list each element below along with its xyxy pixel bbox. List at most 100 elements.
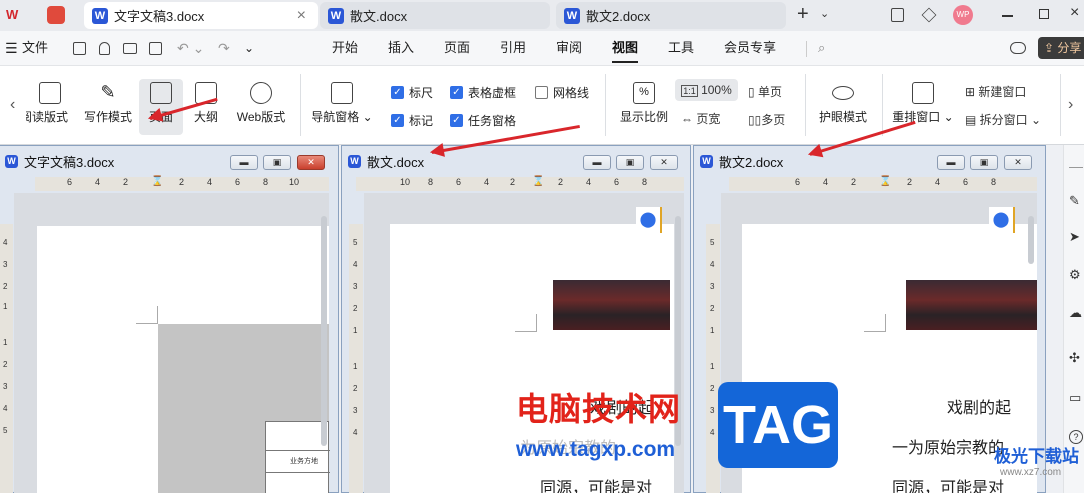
- eye-protection-button[interactable]: 护眼模式: [815, 82, 871, 125]
- ribbon-scroll-left-icon[interactable]: ‹: [10, 96, 15, 114]
- horizontal-ruler[interactable]: 10 8 6 4 2 ⌛ 2 4 6 8: [356, 176, 684, 191]
- zoom-100-button[interactable]: 1:1 100%: [675, 79, 738, 101]
- navigation-pane-label: 导航窗格: [311, 110, 360, 124]
- window-minimize-button[interactable]: ▬: [937, 155, 965, 170]
- close-window-icon[interactable]: ×: [1070, 4, 1079, 22]
- multi-page-button[interactable]: ▯▯多页: [748, 111, 785, 128]
- split-window-button[interactable]: ▤ 拆分窗口 ⌄: [965, 111, 1041, 128]
- window-maximize-button[interactable]: ▣: [616, 155, 644, 170]
- redo-icon[interactable]: ↷: [218, 31, 230, 65]
- writing-mode-button[interactable]: ✎ 写作模式: [80, 82, 136, 125]
- checkbox-checked-icon: ✓: [450, 86, 463, 99]
- table-gridlines-checkbox[interactable]: ✓ 表格虚框: [450, 84, 516, 101]
- book-icon[interactable]: ▭: [1069, 390, 1081, 406]
- wps-logo[interactable]: W: [6, 7, 28, 23]
- menu-review[interactable]: 审阅: [556, 31, 582, 65]
- checkbox-checked-icon: ✓: [450, 114, 463, 127]
- indent-marker-icon[interactable]: ⌛: [532, 176, 544, 187]
- cloud-icon[interactable]: [1010, 42, 1026, 54]
- ruler-tick: 4: [935, 177, 941, 187]
- ruler-tick: 4: [484, 177, 490, 187]
- web-layout-label: Web版式: [236, 110, 286, 124]
- tools-icon[interactable]: ✣: [1069, 350, 1080, 366]
- vertical-scrollbar[interactable]: [1028, 216, 1034, 264]
- menu-page[interactable]: 页面: [444, 31, 470, 65]
- menu-start[interactable]: 开始: [332, 31, 358, 65]
- quick-access-chevron-icon[interactable]: ⌄: [244, 31, 254, 65]
- pen-icon[interactable]: ✎: [1069, 193, 1080, 209]
- task-pane-checkbox[interactable]: ✓ 任务窗格: [450, 112, 516, 129]
- vertical-ruler[interactable]: 5 4 3 2 1 1 2 3 4: [349, 224, 363, 493]
- share-label: 分享: [1057, 41, 1082, 55]
- window-maximize-button[interactable]: ▣: [970, 155, 998, 170]
- vertical-ruler[interactable]: 4 3 2 1 1 2 3 4 5: [0, 224, 13, 493]
- web-layout-button[interactable]: Web版式: [232, 82, 290, 125]
- ruler-tick: 6: [235, 177, 241, 187]
- page-width-button[interactable]: ⇔ 页宽: [681, 110, 720, 127]
- ribbon-scroll-right-icon[interactable]: ›: [1068, 96, 1073, 114]
- document-window-1[interactable]: W 文字文稿3.docx ▬ ▣ ✕ 6 4 2 ⌛ 2 4 6 8 10 4 3…: [0, 145, 339, 493]
- pdf-icon[interactable]: [47, 6, 65, 24]
- cube-icon[interactable]: [921, 7, 937, 23]
- window-close-button[interactable]: ✕: [650, 155, 678, 170]
- window-maximize-button[interactable]: ▣: [263, 155, 291, 170]
- print-icon[interactable]: [123, 43, 137, 54]
- new-tab-plus-icon[interactable]: +: [797, 3, 809, 26]
- tab-document-3[interactable]: W 散文2.docx: [556, 2, 786, 29]
- word-icon: W: [328, 7, 344, 24]
- maximize-icon[interactable]: [1039, 9, 1049, 19]
- pointer-icon[interactable]: ➤: [1069, 229, 1080, 245]
- minimize-icon[interactable]: [1002, 15, 1013, 17]
- print-preview-icon[interactable]: [149, 42, 162, 55]
- share-button[interactable]: ⇪ 分享: [1038, 37, 1084, 59]
- page-view-button[interactable]: 页面: [139, 79, 183, 135]
- markup-checkbox[interactable]: ✓ 标记: [391, 112, 433, 129]
- ruler-tick: 10: [289, 177, 300, 187]
- arrange-windows-button[interactable]: 重排窗口 ⌄: [890, 82, 956, 125]
- tab-close-icon[interactable]: ×: [297, 7, 306, 25]
- menu-insert[interactable]: 插入: [388, 31, 414, 65]
- export-icon[interactable]: [99, 42, 110, 55]
- avatar[interactable]: WP: [953, 5, 973, 25]
- zoom-ratio-button[interactable]: % 显示比例: [616, 82, 672, 125]
- single-page-button[interactable]: ▯ 单页: [748, 83, 782, 100]
- horizontal-ruler[interactable]: 6 4 2 ⌛ 2 4 6 8 10: [35, 176, 329, 191]
- location-pin-icon[interactable]: ⬤: [989, 207, 1015, 233]
- navigation-pane-button[interactable]: 导航窗格 ⌄: [310, 82, 374, 125]
- menu-member[interactable]: 会员专享: [724, 31, 776, 65]
- save-icon[interactable]: [73, 42, 86, 55]
- ruler-tick: 1: [353, 362, 358, 371]
- reading-icon[interactable]: [891, 8, 904, 22]
- document-image: [906, 280, 1037, 330]
- menu-view[interactable]: 视图: [612, 31, 638, 65]
- vertical-scrollbar[interactable]: [321, 216, 327, 446]
- menu-reference[interactable]: 引用: [500, 31, 526, 65]
- reading-layout-button[interactable]: 阅读版式: [26, 82, 74, 125]
- undo-icon[interactable]: ↶ ⌄: [177, 31, 204, 65]
- horizontal-ruler[interactable]: 6 4 2 ⌛ 2 4 6 8: [729, 176, 1037, 191]
- document-page[interactable]: 业务方地: [37, 226, 330, 493]
- search-icon[interactable]: ⌕: [818, 31, 825, 65]
- window-minimize-button[interactable]: ▬: [230, 155, 258, 170]
- indent-marker-icon[interactable]: ⌛: [879, 176, 891, 187]
- hamburger-icon[interactable]: ☰: [5, 31, 18, 65]
- gridlines-checkbox[interactable]: 网格线: [535, 84, 589, 101]
- window-close-button[interactable]: ✕: [297, 155, 325, 170]
- menu-file[interactable]: 文件: [22, 31, 48, 65]
- window-close-button[interactable]: ✕: [1004, 155, 1032, 170]
- cloud-sidebar-icon[interactable]: ☁: [1069, 305, 1082, 321]
- new-window-button[interactable]: ⊞ 新建窗口: [965, 83, 1026, 100]
- ruler-tick: 3: [710, 406, 715, 415]
- menu-tools[interactable]: 工具: [668, 31, 694, 65]
- window-minimize-button[interactable]: ▬: [583, 155, 611, 170]
- settings-icon[interactable]: ⚙: [1069, 267, 1081, 283]
- menu-bar: ☰ 文件 ↶ ⌄ ↷ ⌄ 开始 插入 页面 引用 审阅 视图 工具 会员专享 ⌕…: [0, 31, 1084, 65]
- location-pin-icon[interactable]: ⬤: [636, 207, 662, 233]
- tab-dropdown-chevron-icon[interactable]: ⌄: [820, 7, 829, 20]
- document-canvas[interactable]: 业务方地: [14, 193, 330, 493]
- tab-document-2[interactable]: W 散文.docx: [320, 2, 550, 29]
- tab-document-1[interactable]: W 文字文稿3.docx ×: [84, 2, 318, 29]
- indent-marker-icon[interactable]: ⌛: [151, 176, 163, 187]
- ruler-tick: 4: [353, 260, 358, 269]
- ruler-checkbox[interactable]: ✓ 标尺: [391, 84, 433, 101]
